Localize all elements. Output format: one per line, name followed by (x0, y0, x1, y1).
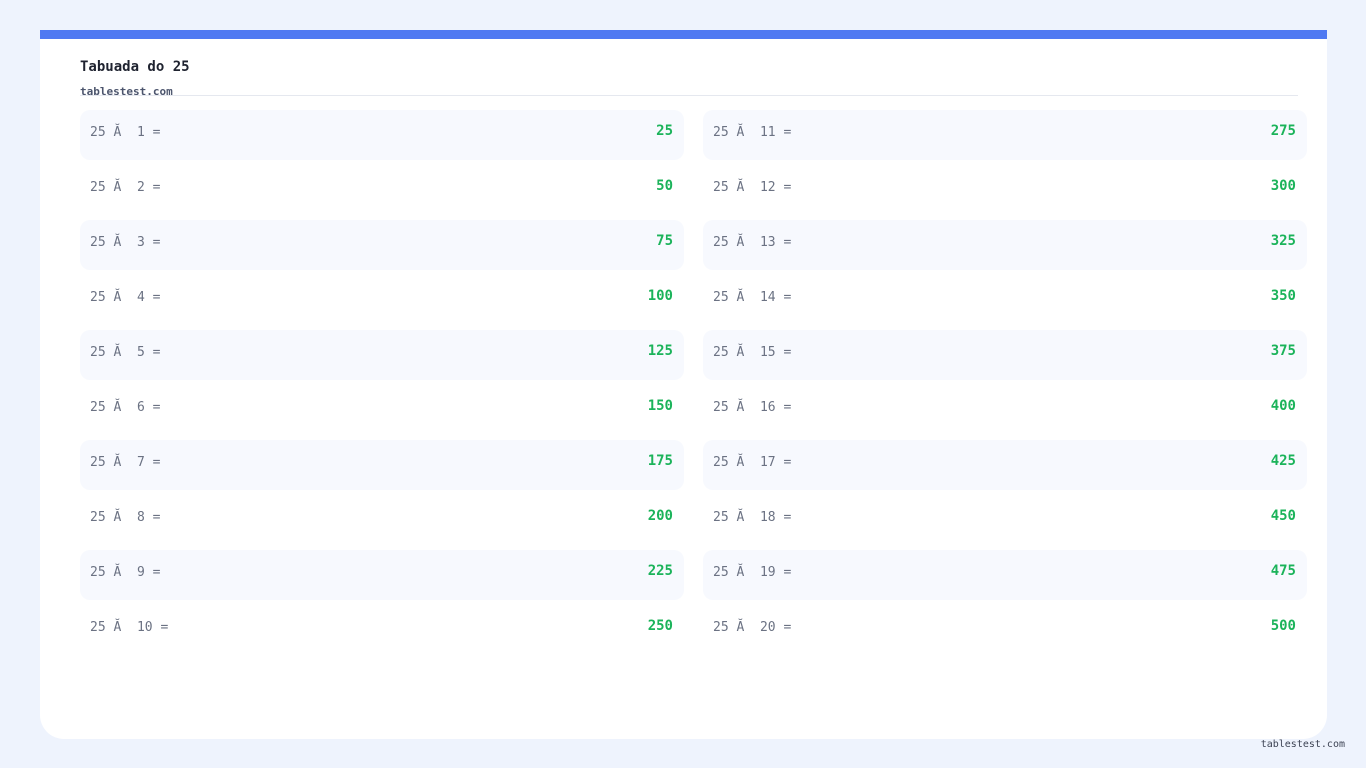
accent-bar (40, 30, 1327, 39)
row-result: 200 (647, 508, 673, 524)
footer-site-name: tablestest.com (1260, 739, 1345, 750)
table-row: 25 Ă 4 = 100 (80, 275, 684, 325)
table-row: 25 Ă 11 = 275 (703, 110, 1307, 160)
row-result: 400 (1270, 398, 1296, 414)
table-row: 25 Ă 16 = 400 (703, 385, 1307, 435)
row-result: 100 (647, 288, 673, 304)
row-expression: 25 Ă 1 = (90, 125, 161, 140)
row-result: 425 (1270, 453, 1296, 469)
row-expression: 25 Ă 8 = (90, 510, 161, 525)
table-row: 25 Ă 2 = 50 (80, 165, 684, 215)
row-expression: 25 Ă 15 = (713, 345, 792, 360)
row-result: 450 (1270, 508, 1296, 524)
row-expression: 25 Ă 2 = (90, 180, 161, 195)
row-expression: 25 Ă 6 = (90, 400, 161, 415)
page-title: Tabuada do 25 (80, 59, 190, 75)
row-result: 175 (647, 453, 673, 469)
table-column-left: 25 Ă 1 = 25 25 Ă 2 = 50 25 Ă 3 = 75 25 Ă… (80, 110, 684, 660)
table-row: 25 Ă 9 = 225 (80, 550, 684, 600)
divider (80, 95, 1298, 96)
row-result: 350 (1270, 288, 1296, 304)
table-row: 25 Ă 12 = 300 (703, 165, 1307, 215)
row-expression: 25 Ă 19 = (713, 565, 792, 580)
row-expression: 25 Ă 10 = (90, 620, 169, 635)
table-row: 25 Ă 15 = 375 (703, 330, 1307, 380)
table-row: 25 Ă 10 = 250 (80, 605, 684, 655)
row-expression: 25 Ă 14 = (713, 290, 792, 305)
row-result: 50 (656, 178, 673, 194)
row-expression: 25 Ă 12 = (713, 180, 792, 195)
table-column-right: 25 Ă 11 = 275 25 Ă 12 = 300 25 Ă 13 = 32… (703, 110, 1307, 660)
row-expression: 25 Ă 3 = (90, 235, 161, 250)
table-row: 25 Ă 18 = 450 (703, 495, 1307, 545)
row-expression: 25 Ă 20 = (713, 620, 792, 635)
row-result: 25 (656, 123, 673, 139)
table-row: 25 Ă 5 = 125 (80, 330, 684, 380)
row-result: 75 (656, 233, 673, 249)
row-result: 475 (1270, 563, 1296, 579)
row-expression: 25 Ă 13 = (713, 235, 792, 250)
row-expression: 25 Ă 4 = (90, 290, 161, 305)
row-result: 225 (647, 563, 673, 579)
row-result: 500 (1270, 618, 1296, 634)
row-result: 375 (1270, 343, 1296, 359)
row-expression: 25 Ă 5 = (90, 345, 161, 360)
table-row: 25 Ă 13 = 325 (703, 220, 1307, 270)
table-row: 25 Ă 20 = 500 (703, 605, 1307, 655)
row-expression: 25 Ă 9 = (90, 565, 161, 580)
table-row: 25 Ă 14 = 350 (703, 275, 1307, 325)
row-result: 275 (1270, 123, 1296, 139)
table-row: 25 Ă 6 = 150 (80, 385, 684, 435)
table-row: 25 Ă 19 = 475 (703, 550, 1307, 600)
row-expression: 25 Ă 7 = (90, 455, 161, 470)
row-expression: 25 Ă 11 = (713, 125, 792, 140)
table-row: 25 Ă 17 = 425 (703, 440, 1307, 490)
row-result: 125 (647, 343, 673, 359)
table-row: 25 Ă 8 = 200 (80, 495, 684, 545)
row-result: 150 (647, 398, 673, 414)
table-row: 25 Ă 1 = 25 (80, 110, 684, 160)
row-expression: 25 Ă 18 = (713, 510, 792, 525)
row-expression: 25 Ă 17 = (713, 455, 792, 470)
row-expression: 25 Ă 16 = (713, 400, 792, 415)
table-row: 25 Ă 3 = 75 (80, 220, 684, 270)
row-result: 250 (647, 618, 673, 634)
multiplication-card: Tabuada do 25 tablestest.com 25 Ă 1 = 25… (40, 30, 1327, 739)
row-result: 300 (1270, 178, 1296, 194)
row-result: 325 (1270, 233, 1296, 249)
table-row: 25 Ă 7 = 175 (80, 440, 684, 490)
